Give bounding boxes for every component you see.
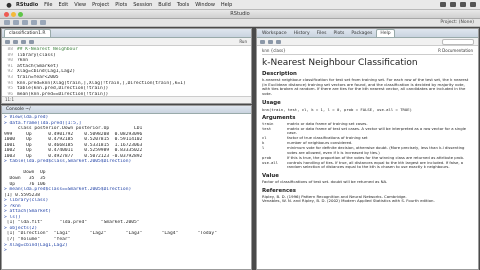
- code-text[interactable]: knn.pred=knn(Xlag[train,],Xlag[!train,],…: [17, 81, 186, 86]
- reference-item: Venables, W. N. and Ripley, B. D. (2002)…: [262, 198, 435, 204]
- code-text[interactable]: train=Year<2005: [17, 75, 59, 80]
- main-toolbar: Project: (None): [0, 19, 480, 27]
- argument-description: controls handling of ties. If true, all …: [287, 159, 464, 170]
- code-text[interactable]: library(class): [17, 53, 56, 58]
- menu-edit[interactable]: Edit: [59, 2, 69, 8]
- clock-icon: [460, 2, 466, 7]
- project-menu[interactable]: Project: (None): [440, 20, 474, 25]
- argument-description: minimum vote for definite decision, othe…: [287, 145, 465, 155]
- menu-plots[interactable]: Plots: [115, 2, 127, 8]
- source-tab[interactable]: classification1.R: [4, 29, 51, 37]
- status-icons: [440, 2, 476, 7]
- usage-heading: Usage: [262, 99, 281, 106]
- forward-icon[interactable]: [13, 39, 18, 44]
- menu-view[interactable]: View: [74, 2, 86, 8]
- code-text[interactable]: Xlag=cbind(Lag1,Lag2): [17, 69, 75, 74]
- save-source-icon[interactable]: [21, 39, 26, 44]
- console-title: Console ~/: [2, 106, 251, 114]
- menu-bar: RStudio File Edit View Project Plots Ses…: [0, 0, 480, 10]
- battery-icon: [440, 2, 446, 7]
- value-heading: Value: [262, 172, 279, 179]
- code-text[interactable]: attach(Smarket): [17, 64, 59, 69]
- spotlight-icon[interactable]: [470, 2, 476, 7]
- menu-build[interactable]: Build: [158, 2, 171, 8]
- help-search-input[interactable]: [442, 38, 474, 45]
- help-back-icon[interactable]: [260, 39, 265, 44]
- help-package: knn {class}: [262, 48, 286, 53]
- arguments-heading: Arguments: [262, 114, 296, 121]
- value-text: Factor of classifications of test set. d…: [262, 178, 388, 184]
- description-text: k-nearest neighbour classification for t…: [262, 77, 469, 97]
- usage-code: knn(train, test, cl, k = 1, l = 0, prob …: [262, 106, 412, 112]
- back-icon[interactable]: [5, 39, 10, 44]
- menu-file[interactable]: File: [44, 2, 52, 8]
- help-title: k-Nearest Neighbour Classification: [262, 58, 418, 68]
- run-button[interactable]: Run: [239, 39, 247, 44]
- tab-history[interactable]: History: [291, 30, 313, 37]
- help-forward-icon[interactable]: [268, 39, 273, 44]
- help-pane: Workspace History Files Plots Packages Help k…: [256, 28, 479, 270]
- help-doc-label: R Documentation: [438, 48, 473, 53]
- menu-tools[interactable]: Tools: [177, 2, 189, 8]
- apple-icon[interactable]: [5, 1, 12, 8]
- print-icon[interactable]: [31, 20, 37, 25]
- window-titlebar: RStudio: [0, 10, 480, 19]
- console-output[interactable]: > View(lda.pred) > data.frame(lda.pred)[1…: [2, 114, 251, 254]
- code-text[interactable]: table(knn.pred,Direction[!train]): [17, 86, 108, 91]
- arguments-list: train matrix or data frame of training se…: [262, 121, 473, 170]
- pane-tabs: Workspace History Files Plots Packages Help: [257, 29, 478, 38]
- source-pane: classification1.R Run 88 ## K-Nearest Nei…: [1, 28, 252, 104]
- code-text[interactable]: ?knn: [17, 58, 28, 63]
- argument-name: use.all: [262, 159, 279, 165]
- code-editor[interactable]: 88 ## K-Nearest Neighbour 89 library(class)…: [2, 46, 251, 103]
- code-text[interactable]: ## K-Nearest Neighbour: [17, 47, 78, 52]
- menu-help[interactable]: Help: [221, 2, 232, 8]
- tab-plots[interactable]: Plots: [331, 30, 348, 37]
- menu-project[interactable]: Project: [92, 2, 109, 8]
- tab-help[interactable]: Help: [376, 29, 395, 37]
- open-file-icon[interactable]: [13, 20, 19, 25]
- references-heading: References: [262, 187, 297, 194]
- menu-window[interactable]: Window: [195, 2, 215, 8]
- wifi-icon: [450, 2, 456, 7]
- save-icon[interactable]: [22, 20, 28, 25]
- argument-name: k: [262, 140, 265, 146]
- help-home-icon[interactable]: [276, 39, 281, 44]
- tab-packages[interactable]: Packages: [348, 30, 375, 37]
- new-file-icon[interactable]: [4, 20, 10, 25]
- find-icon[interactable]: [29, 39, 34, 44]
- console-input-line: >: [4, 248, 10, 254]
- tab-workspace[interactable]: Workspace: [259, 30, 290, 37]
- window-title: RStudio: [230, 11, 250, 17]
- app-menu[interactable]: RStudio: [16, 2, 38, 8]
- goto-icon[interactable]: [40, 20, 46, 25]
- tab-files[interactable]: Files: [314, 30, 330, 37]
- menu-session[interactable]: Session: [133, 2, 152, 8]
- argument-name: l: [262, 145, 265, 151]
- console-pane[interactable]: Console ~/ > View(lda.pred) > data.frame(…: [1, 105, 252, 270]
- argument-name: cl: [262, 135, 267, 141]
- cursor-position: 11:1: [2, 96, 251, 103]
